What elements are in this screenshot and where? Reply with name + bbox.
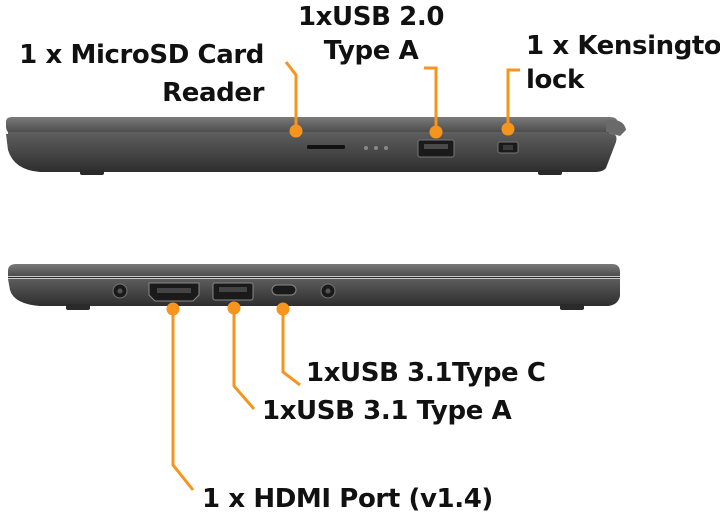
- laptop-base: [6, 134, 617, 172]
- power-jack-icon: [112, 283, 128, 299]
- microsd-slot-icon: [307, 145, 345, 149]
- rubber-foot: [80, 170, 104, 175]
- usb-a-port-icon: [417, 139, 455, 158]
- label-usb-c: 1xUSB 3.1Type C: [306, 358, 546, 388]
- rubber-foot: [538, 170, 562, 175]
- label-usb20-line2: Type A: [323, 36, 419, 66]
- label-microsd-line2: Reader: [162, 78, 264, 108]
- label-kensington-line1: 1 x Kensington: [526, 31, 720, 61]
- laptop-lid: [8, 264, 620, 276]
- usb-a-port-icon: [212, 282, 254, 301]
- kensington-lock-slot-icon: [497, 141, 519, 154]
- label-usb20-line1: 1xUSB 2.0: [297, 2, 445, 32]
- audio-jack-icon: [320, 283, 336, 299]
- laptop-lid: [6, 117, 618, 132]
- label-hdmi: 1 x HDMI Port (v1.4): [202, 484, 493, 514]
- rubber-foot: [66, 304, 90, 310]
- rubber-foot: [560, 304, 584, 310]
- label-microsd-line1: 1 x MicroSD Card: [19, 40, 264, 70]
- laptop-base: [8, 279, 620, 306]
- hdmi-port-icon: [148, 282, 200, 302]
- laptop-side-views: [6, 61, 626, 491]
- usb-c-port-icon: [271, 284, 297, 296]
- label-usb31-a: 1xUSB 3.1 Type A: [262, 396, 512, 426]
- ports-diagram: 1 x MicroSD Card Reader 1xUSB 2.0 Type A…: [0, 0, 720, 514]
- label-kensington-line2: lock: [526, 65, 584, 95]
